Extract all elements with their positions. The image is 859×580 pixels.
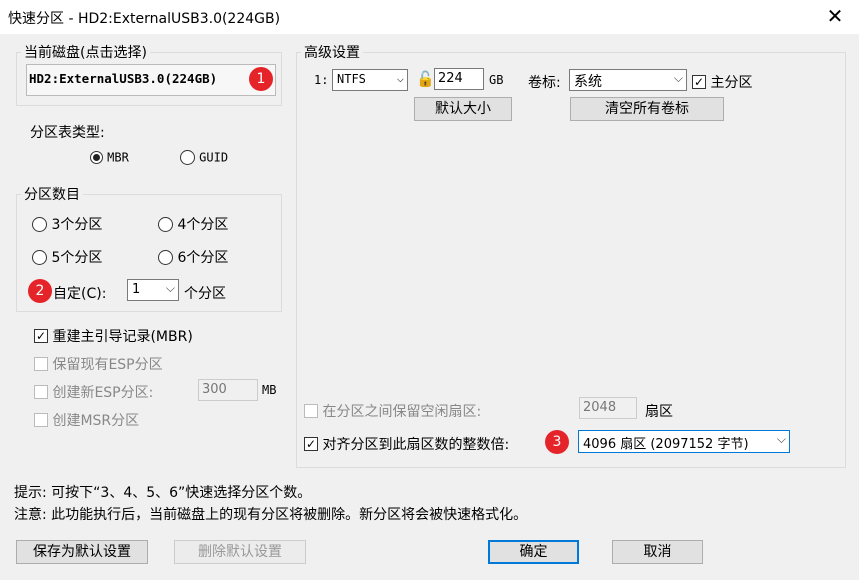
esp-size-unit: MB	[262, 383, 277, 397]
radio-6-indicator[interactable]	[158, 249, 173, 265]
radio-mbr-label: MBR	[107, 150, 129, 165]
volume-label-label: 卷标:	[528, 75, 561, 91]
partition-count-legend: 分区数目	[24, 187, 80, 203]
create-esp-check-box[interactable]	[34, 385, 48, 399]
reserve-sectors-label: 在分区之间保留空闲扇区:	[322, 404, 482, 420]
radio-5-partitions[interactable]: 5个分区	[32, 247, 102, 267]
radio-3-label: 3个分区	[51, 217, 103, 233]
filesystem-value: NTFS	[337, 72, 366, 86]
custom-count-select[interactable]: 1 ⌵	[127, 279, 179, 301]
chevron-down-icon: ⌵	[396, 71, 404, 85]
align-partitions-check-icon[interactable]: ✓	[304, 437, 318, 451]
create-esp-checkbox[interactable]: 创建新ESP分区:	[34, 382, 153, 402]
radio-3-indicator[interactable]	[32, 216, 47, 232]
cancel-button[interactable]: 取消	[612, 540, 703, 564]
window-title: 快速分区 - HD2:ExternalUSB3.0(224GB)	[8, 11, 281, 27]
radio-5-indicator[interactable]	[32, 249, 47, 265]
custom-count-label[interactable]: 自定(C):	[53, 283, 106, 303]
primary-partition-check-icon[interactable]: ✓	[692, 75, 706, 89]
custom-count-value: 1	[132, 282, 141, 297]
partition-row-index: 1:	[314, 73, 329, 87]
volume-label-select[interactable]: 系统 ⌵	[569, 69, 687, 91]
reserve-sectors-check-box[interactable]	[304, 404, 318, 418]
radio-guid-label: GUID	[199, 150, 229, 165]
current-disk-legend: 当前磁盘(点击选择)	[24, 45, 147, 61]
radio-guid[interactable]: GUID	[180, 150, 228, 165]
advanced-settings-legend: 高级设置	[304, 45, 360, 61]
reserve-sectors-unit: 扇区	[645, 404, 673, 420]
radio-3-partitions[interactable]: 3个分区	[32, 214, 102, 234]
default-size-button[interactable]: 默认大小	[414, 97, 512, 121]
radio-4-partitions[interactable]: 4个分区	[158, 214, 228, 234]
save-default-button[interactable]: 保存为默认设置	[16, 540, 148, 564]
filesystem-select[interactable]: NTFS ⌵	[332, 69, 408, 91]
create-msr-label: 创建MSR分区	[52, 413, 140, 429]
custom-count-suffix: 个分区	[184, 286, 226, 302]
rebuild-mbr-check-icon[interactable]: ✓	[34, 329, 48, 343]
annotation-badge-1: 1	[249, 67, 273, 91]
keep-esp-label: 保留现有ESP分区	[52, 357, 163, 373]
clear-all-labels-button[interactable]: 清空所有卷标	[570, 97, 724, 121]
partition-table-label: 分区表类型:	[30, 125, 105, 141]
esp-size-input[interactable]: 300	[198, 379, 258, 401]
hint-text: 提示: 可按下“3、4、5、6”快速选择分区个数。	[14, 485, 312, 501]
radio-4-indicator[interactable]	[158, 216, 173, 232]
align-sectors-value: 4096 扇区 (2097152 字节)	[583, 437, 749, 452]
create-msr-check-box[interactable]	[34, 413, 48, 427]
chevron-down-icon: ⌵	[776, 432, 786, 447]
warning-text: 注意: 此功能执行后，当前磁盘上的现有分区将被删除。新分区将会被快速格式化。	[14, 507, 528, 523]
close-icon[interactable]: ✕	[823, 4, 847, 28]
align-partitions-label: 对齐分区到此扇区数的整数倍:	[322, 437, 510, 453]
align-sectors-select[interactable]: 4096 扇区 (2097152 字节) ⌵	[578, 430, 790, 453]
radio-mbr[interactable]: MBR	[90, 150, 129, 165]
primary-partition-checkbox[interactable]: ✓ 主分区	[692, 72, 752, 92]
primary-partition-label: 主分区	[710, 75, 753, 91]
rebuild-mbr-checkbox[interactable]: ✓ 重建主引导记录(MBR)	[34, 326, 193, 346]
radio-5-label: 5个分区	[51, 250, 103, 266]
create-msr-checkbox[interactable]: 创建MSR分区	[34, 410, 139, 430]
radio-guid-indicator[interactable]	[180, 150, 195, 165]
radio-4-label: 4个分区	[177, 217, 229, 233]
volume-label-value: 系统	[574, 74, 602, 90]
reserve-sectors-input[interactable]: 2048	[579, 397, 637, 419]
reserve-sectors-checkbox[interactable]: 在分区之间保留空闲扇区:	[304, 401, 481, 421]
align-partitions-checkbox[interactable]: ✓ 对齐分区到此扇区数的整数倍:	[304, 434, 509, 454]
ok-button[interactable]: 确定	[488, 540, 579, 564]
radio-6-label: 6个分区	[177, 250, 229, 266]
annotation-badge-2: 2	[28, 279, 52, 303]
chevron-down-icon: ⌵	[165, 281, 175, 295]
partition-size-input[interactable]: 224	[434, 68, 484, 90]
create-esp-label: 创建新ESP分区:	[52, 385, 154, 401]
rebuild-mbr-label: 重建主引导记录(MBR)	[52, 329, 193, 345]
current-disk-selector[interactable]: HD2:ExternalUSB3.0(224GB)	[26, 64, 276, 96]
radio-mbr-indicator[interactable]	[90, 151, 103, 164]
keep-esp-check-box[interactable]	[34, 357, 48, 371]
partition-size-unit: GB	[489, 73, 504, 87]
annotation-badge-3: 3	[545, 430, 569, 454]
delete-default-button[interactable]: 删除默认设置	[174, 540, 306, 564]
radio-6-partitions[interactable]: 6个分区	[158, 247, 228, 267]
keep-esp-checkbox[interactable]: 保留现有ESP分区	[34, 354, 163, 374]
lock-icon[interactable]: 🔓	[416, 70, 435, 88]
chevron-down-icon: ⌵	[673, 71, 683, 85]
